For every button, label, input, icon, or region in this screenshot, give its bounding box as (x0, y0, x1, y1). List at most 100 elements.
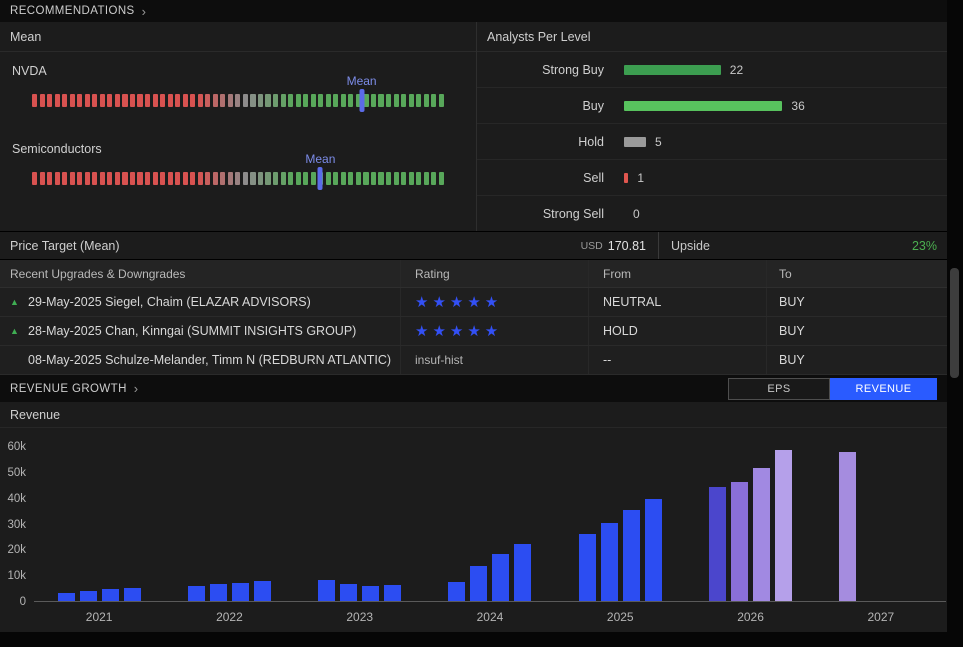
rating-text: insuf-hist (415, 353, 463, 367)
analysts-rows: Strong Buy22Buy36Hold5Sell1Strong Sell0 (477, 52, 947, 231)
header-to: To (766, 260, 947, 287)
distribution-segment (145, 94, 150, 107)
analysts-level-bar (624, 137, 646, 147)
revenue-bar[interactable] (645, 499, 662, 601)
app-root: RECOMMENDATIONS › Mean NVDA Mean Semicon… (0, 0, 963, 647)
revenue-bar[interactable] (839, 452, 856, 601)
revenue-growth-title: REVENUE GROWTH (10, 383, 127, 395)
recommendations-section-header[interactable]: RECOMMENDATIONS › (0, 0, 947, 22)
upside-group: Upside 23% (671, 239, 937, 253)
x-tick-label: 2024 (425, 610, 555, 624)
distribution-segment (213, 172, 218, 185)
distribution-segment (258, 94, 263, 107)
distribution-segment (401, 172, 406, 185)
revenue-bar[interactable] (80, 591, 97, 601)
distribution-segment (145, 172, 150, 185)
analysts-level-value: 1 (637, 171, 644, 185)
table-row[interactable]: ▲29-May-2025 Siegel, Chaim (ELAZAR ADVIS… (0, 288, 947, 317)
recommendations-panels: Mean NVDA Mean Semiconductors Mean (0, 22, 947, 232)
revenue-bar[interactable] (579, 534, 596, 601)
revenue-bar[interactable] (601, 523, 618, 601)
distribution-segment (386, 94, 391, 107)
y-tick-label: 60k (7, 441, 26, 453)
distribution-segment (205, 94, 210, 107)
revenue-bar[interactable] (188, 586, 205, 601)
distribution-segment (62, 94, 67, 107)
distribution-segment (401, 94, 406, 107)
revenue-bar[interactable] (210, 584, 227, 601)
from-cell: HOLD (588, 317, 766, 345)
revenue-button[interactable]: REVENUE (830, 378, 937, 400)
price-target-value: 170.81 (608, 239, 646, 253)
revenue-bar[interactable] (362, 586, 379, 601)
distribution-segment (70, 172, 75, 185)
revenue-growth-section-header[interactable]: REVENUE GROWTH › EPS REVENUE (0, 375, 947, 402)
header-rating: Rating (400, 260, 588, 287)
revenue-bar[interactable] (448, 582, 465, 601)
upgrades-table: Recent Upgrades & Downgrades Rating From… (0, 260, 947, 375)
distribution-segment (378, 94, 383, 107)
x-axis: 2021202220232024202520262027 (34, 610, 946, 624)
eps-button[interactable]: EPS (728, 378, 830, 400)
distribution-segment (153, 172, 158, 185)
revenue-bar[interactable] (318, 580, 335, 601)
distribution-segment (371, 94, 376, 107)
y-tick-label: 20k (7, 544, 26, 556)
revenue-bar[interactable] (102, 589, 119, 601)
scrollbar-track[interactable] (947, 0, 963, 647)
revenue-bar[interactable] (232, 583, 249, 601)
distribution-segment (235, 94, 240, 107)
distribution-segment (100, 172, 105, 185)
rating-cell: ★★★★★ (400, 317, 588, 345)
revenue-bar[interactable] (254, 581, 271, 601)
distribution-segment (288, 172, 293, 185)
distribution-segment (439, 172, 444, 185)
distribution-segment (431, 172, 436, 185)
revenue-bar[interactable] (753, 468, 770, 601)
distribution-segment (311, 94, 316, 107)
distribution-segment (85, 94, 90, 107)
analysts-panel: Analysts Per Level Strong Buy22Buy36Hold… (477, 22, 947, 231)
distribution-segment (250, 172, 255, 185)
scrollbar-thumb[interactable] (950, 268, 959, 378)
analysts-level-value: 22 (730, 63, 743, 77)
from-cell: NEUTRAL (588, 288, 766, 316)
revenue-bar[interactable] (775, 450, 792, 601)
distribution-segment (326, 172, 331, 185)
revenue-bar[interactable] (124, 588, 141, 601)
distribution-segment (394, 94, 399, 107)
bar-group (164, 447, 294, 601)
distribution-segment (394, 172, 399, 185)
revenue-bar[interactable] (470, 566, 487, 601)
analysts-level-row: Sell1 (477, 160, 947, 196)
analyst-cell: 08-May-2025 Schulze-Melander, Timm N (RE… (0, 346, 400, 374)
bar-group (295, 447, 425, 601)
revenue-bar[interactable] (492, 554, 509, 601)
revenue-bar[interactable] (58, 593, 75, 601)
table-row[interactable]: ▲28-May-2025 Chan, Kinngai (SUMMIT INSIG… (0, 317, 947, 346)
revenue-bar[interactable] (709, 487, 726, 601)
distribution-segment (190, 172, 195, 185)
distribution-wrap: Mean (32, 156, 444, 202)
distribution-segment (92, 172, 97, 185)
distribution-segment (250, 94, 255, 107)
distribution-segment (115, 94, 120, 107)
distribution-segment (130, 94, 135, 107)
distribution-segment (341, 94, 346, 107)
distribution-segment (386, 172, 391, 185)
distribution-segment (424, 172, 429, 185)
revenue-bar[interactable] (514, 544, 531, 601)
distribution-segment (160, 94, 165, 107)
distribution-segment (122, 172, 127, 185)
table-row[interactable]: 08-May-2025 Schulze-Melander, Timm N (RE… (0, 346, 947, 375)
revenue-bar[interactable] (623, 510, 640, 601)
distribution-segment (175, 94, 180, 107)
mean-marker (318, 167, 323, 190)
analyst-cell: ▲28-May-2025 Chan, Kinngai (SUMMIT INSIG… (0, 317, 400, 345)
revenue-bar[interactable] (384, 585, 401, 601)
distribution-segment (175, 172, 180, 185)
analysts-level-value: 0 (633, 207, 640, 221)
revenue-bar[interactable] (731, 482, 748, 601)
revenue-bar[interactable] (340, 584, 357, 601)
upgrade-arrow-icon: ▲ (10, 297, 28, 307)
